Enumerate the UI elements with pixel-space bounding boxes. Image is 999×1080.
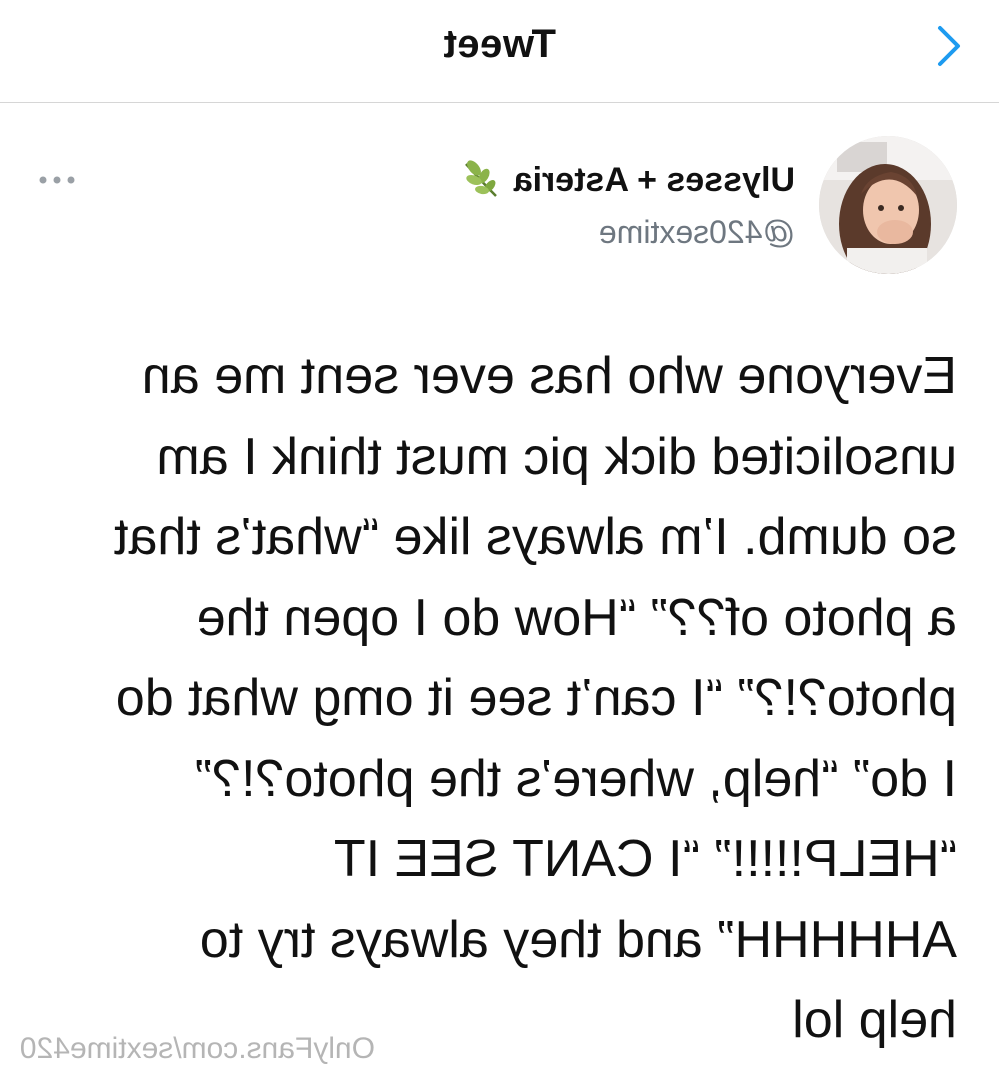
mirrored-screen: Tweet Ulysses + Asteria @420sextime Ever…: [0, 0, 999, 1080]
page-title: Tweet: [443, 22, 556, 66]
more-options-button[interactable]: [27, 160, 87, 200]
tweet-body-text: Everyone who has ever sent me an unsolic…: [114, 347, 957, 1049]
author-handle[interactable]: @420sextime: [460, 214, 795, 251]
author-info: Ulysses + Asteria @420sextime: [460, 158, 795, 251]
avatar[interactable]: [819, 136, 957, 274]
herb-icon: [464, 160, 497, 197]
author-display-name[interactable]: Ulysses + Asteria: [514, 161, 795, 200]
watermark-text: OnlyFans.com/sextime420: [19, 1032, 375, 1065]
more-dots-icon: [39, 176, 75, 184]
avatar-photo: [819, 136, 957, 274]
top-bar: Tweet: [0, 0, 999, 103]
